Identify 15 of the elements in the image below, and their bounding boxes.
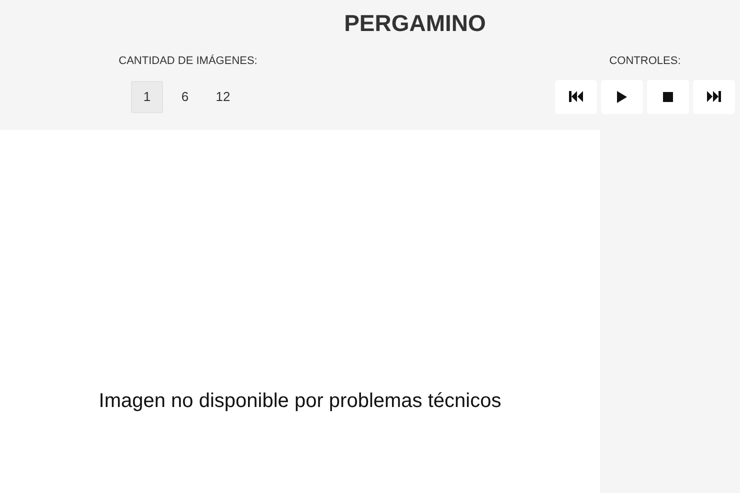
controls-label: CONTROLES: xyxy=(609,54,681,69)
skip-forward-icon xyxy=(707,91,721,102)
count-option[interactable]: 12 xyxy=(207,80,239,112)
skip-back-icon xyxy=(569,91,583,102)
stop-icon xyxy=(663,92,673,102)
count-option[interactable]: 6 xyxy=(169,80,201,112)
stop-button[interactable] xyxy=(647,80,689,114)
play-icon xyxy=(617,90,627,102)
count-option[interactable]: 1 xyxy=(131,80,163,112)
page-title: PERGAMINO xyxy=(344,9,486,38)
first-button[interactable] xyxy=(555,80,597,114)
unavailable-message: Imagen no disponible por problemas técnicos xyxy=(98,389,502,414)
play-button[interactable] xyxy=(601,80,643,114)
image-count-label: CANTIDAD DE IMÁGENES: xyxy=(118,54,258,69)
last-button[interactable] xyxy=(693,80,735,114)
